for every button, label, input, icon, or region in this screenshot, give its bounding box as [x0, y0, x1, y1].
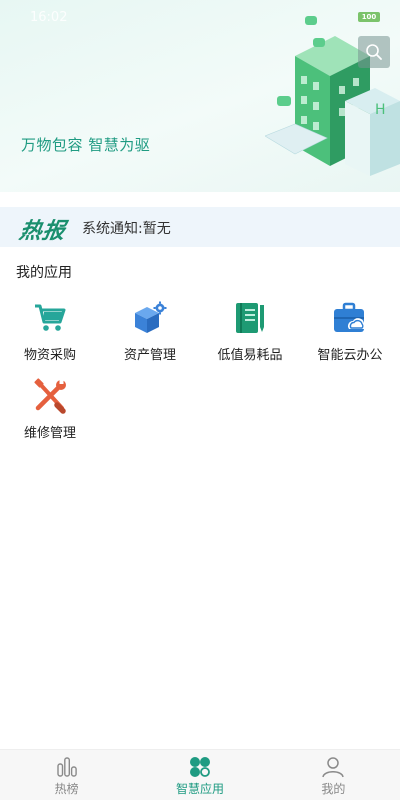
app-repair-management[interactable]: 维修管理	[0, 378, 100, 448]
tab-label: 热榜	[54, 782, 79, 796]
user-icon	[322, 757, 345, 778]
tab-label: 智慧应用	[175, 782, 224, 796]
app-label: 低值易耗品	[217, 348, 283, 363]
tab-mine[interactable]: 我的	[267, 750, 400, 800]
wrench-screwdriver-icon	[32, 378, 68, 414]
app-asset-management[interactable]: 资产管理	[100, 300, 200, 370]
search-button[interactable]	[358, 36, 390, 68]
banner-slogan: 万物包容 智慧为驱	[21, 136, 151, 154]
shopping-cart-icon	[32, 300, 68, 336]
notebook-pen-icon	[232, 300, 268, 336]
status-time: 16:02	[30, 10, 68, 25]
news-logo: 热报	[17, 219, 68, 244]
news-text: 系统通知:暂无	[82, 221, 171, 237]
app-cloud-office[interactable]: 智能云办公	[300, 300, 400, 370]
svg-text:H: H	[375, 102, 386, 118]
box-gear-icon	[132, 300, 168, 336]
app-label: 资产管理	[123, 348, 176, 363]
four-leaf-icon	[189, 757, 210, 777]
banner: 16:02 100 H 万物包容 智慧为驱	[0, 0, 400, 192]
news-ticker[interactable]: 热报 系统通知:暂无	[0, 207, 400, 247]
app-label: 维修管理	[23, 426, 76, 441]
app-low-value-consumables[interactable]: 低值易耗品	[200, 300, 300, 370]
bottom-tab-bar: 热榜 智慧应用 我的	[0, 749, 400, 800]
app-screen: 16:02 100 H 万物包容 智慧为驱 热报 系统通知:暂无 我的应用 物资…	[0, 0, 400, 800]
app-label: 智能云办公	[317, 348, 383, 363]
bar-chart-icon	[56, 757, 77, 777]
tab-smart-apps[interactable]: 智慧应用	[133, 750, 266, 800]
briefcase-cloud-icon	[332, 300, 368, 336]
section-title: 我的应用	[16, 265, 72, 281]
app-material-purchase[interactable]: 物资采购	[0, 300, 100, 370]
app-label: 物资采购	[23, 348, 76, 363]
tab-hot-list[interactable]: 热榜	[0, 750, 133, 800]
tab-label: 我的	[321, 782, 346, 796]
search-icon	[366, 44, 382, 60]
